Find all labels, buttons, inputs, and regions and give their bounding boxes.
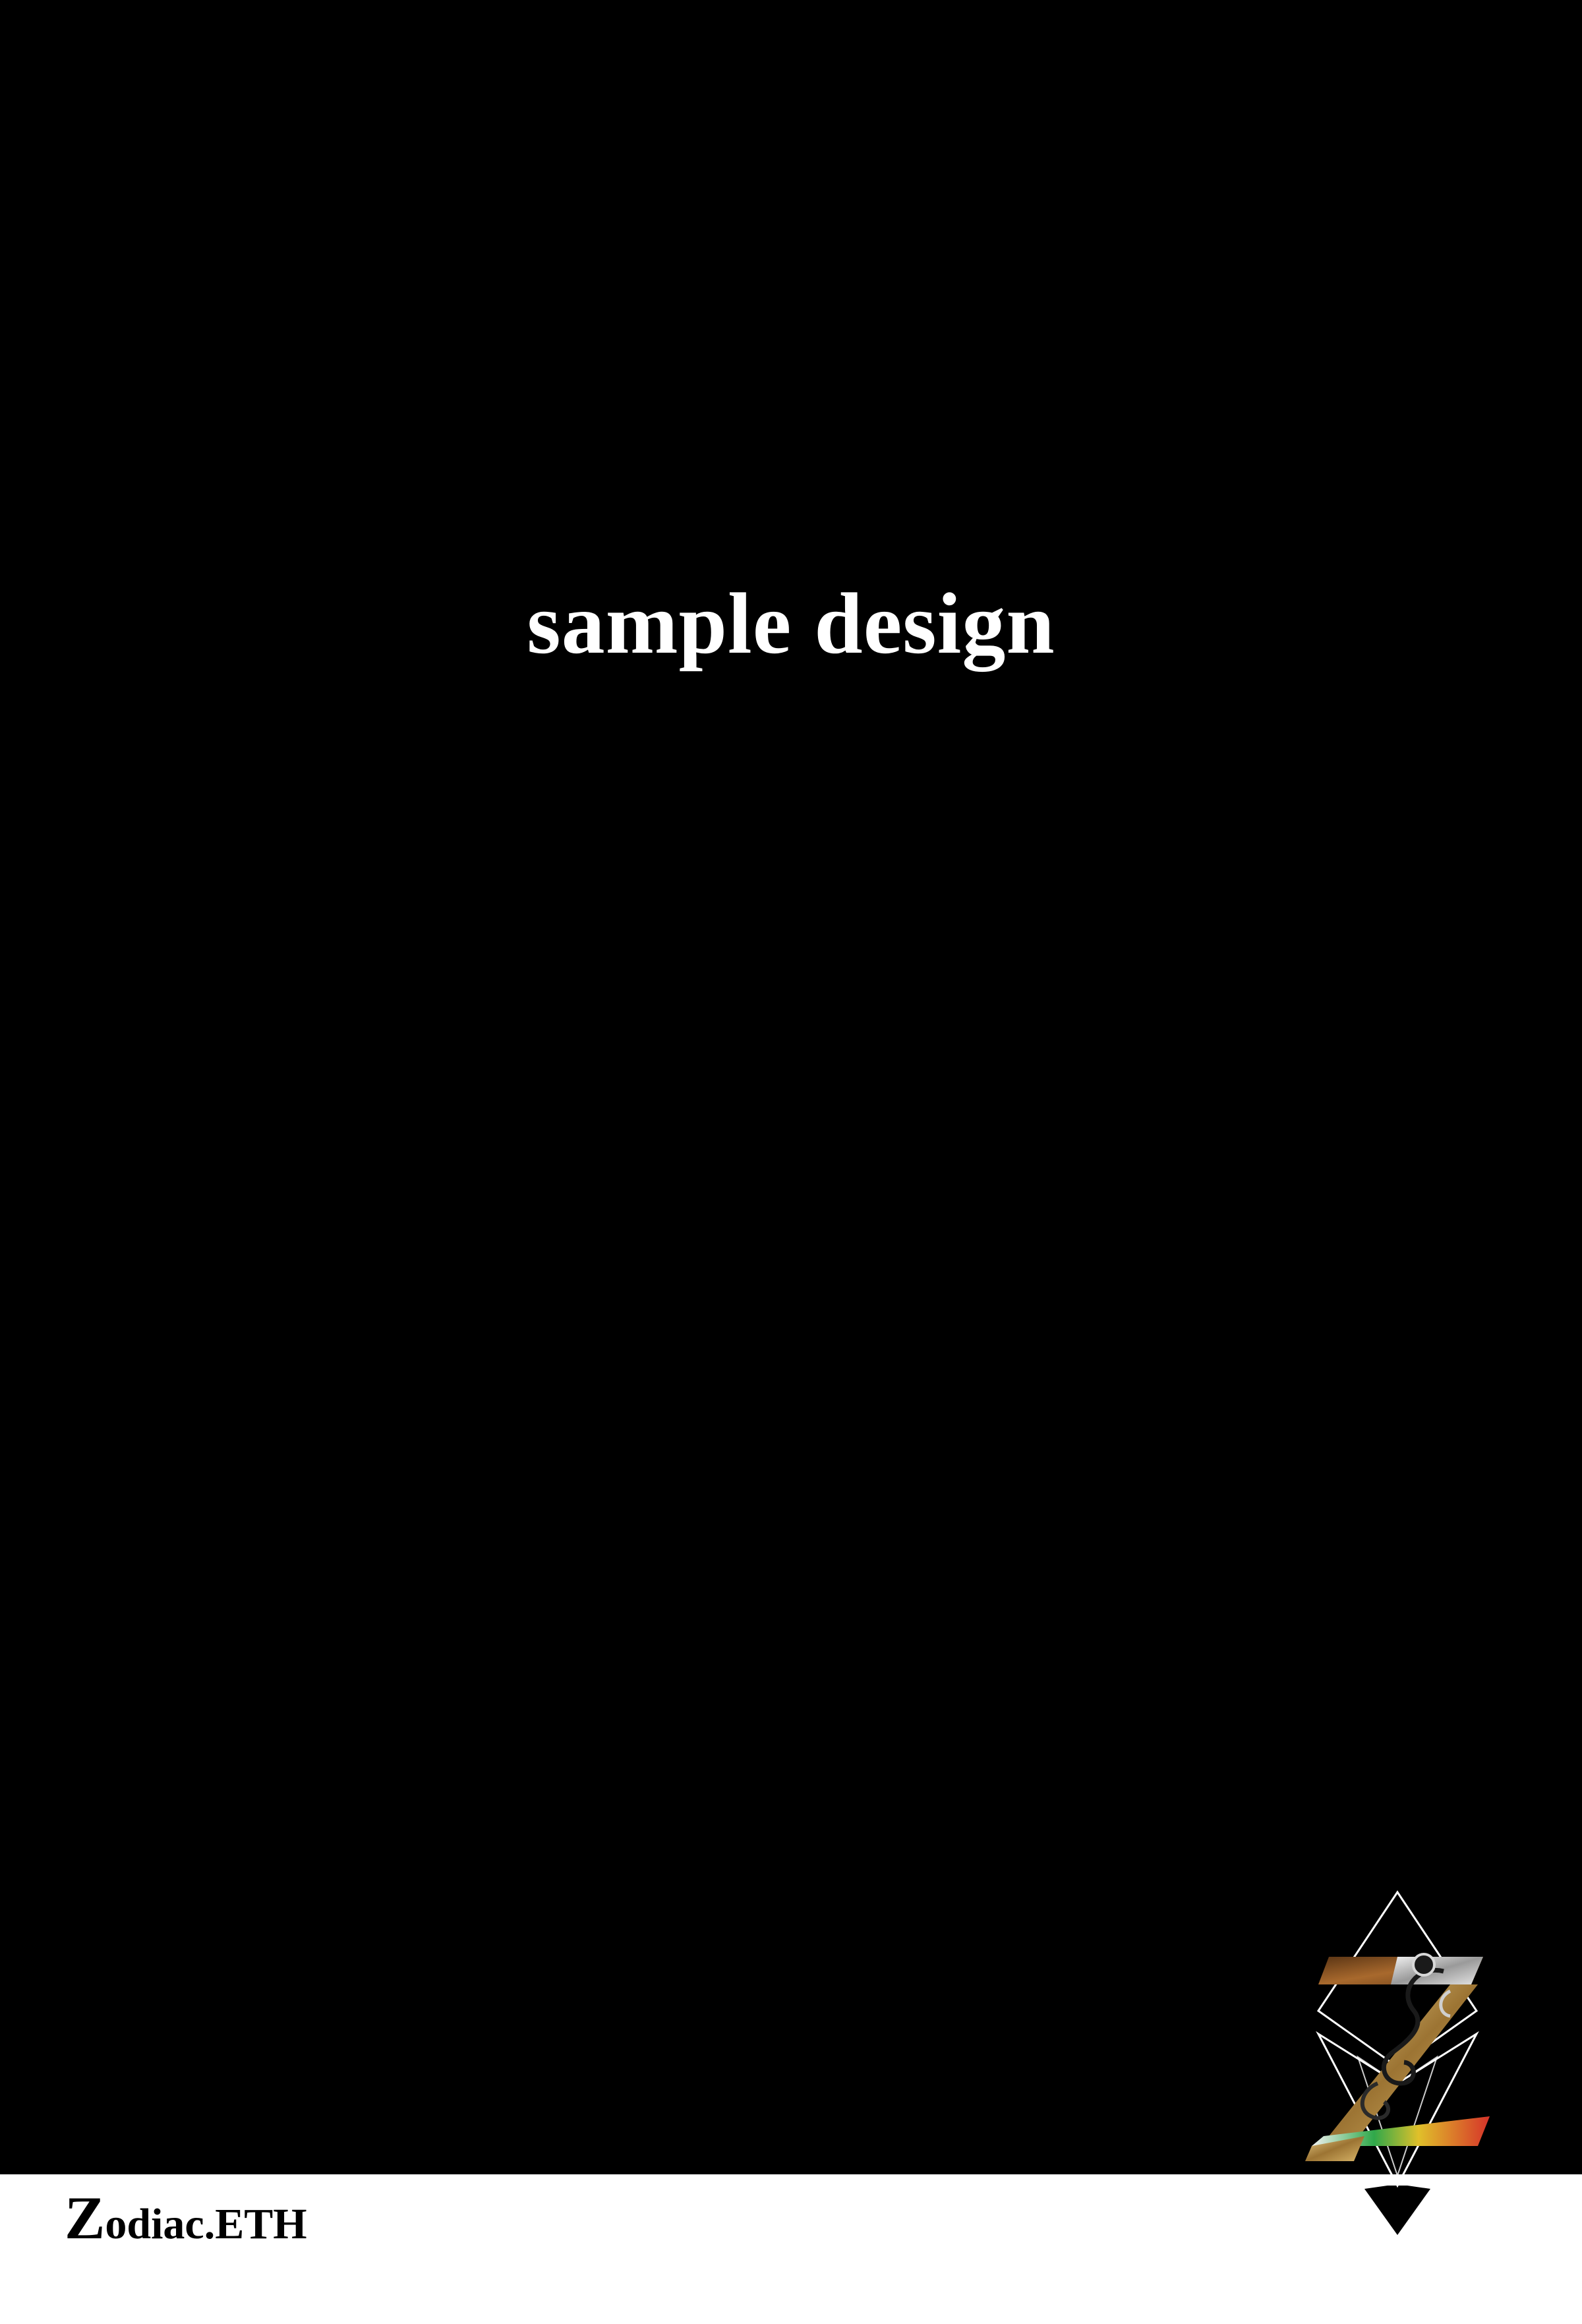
poster-headline: sample design [527, 575, 1055, 672]
brand-name-rest: odiac.ETH [105, 2200, 307, 2248]
poster-background [0, 0, 1582, 2174]
brand-initial: Z [65, 2184, 105, 2251]
zodiac-diamond-logo-icon [1305, 1890, 1490, 2235]
brand-wordmark: Zodiac.ETH [65, 2188, 307, 2248]
